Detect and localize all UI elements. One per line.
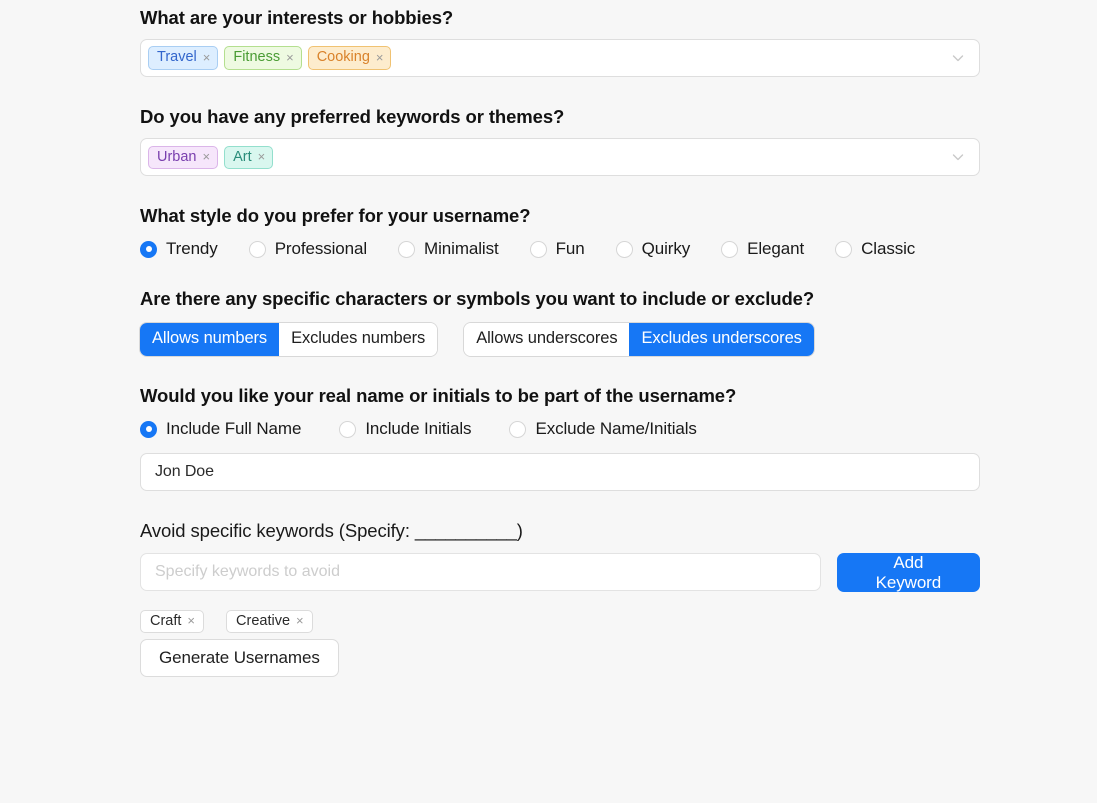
- radio-label: Minimalist: [424, 239, 499, 259]
- chip-creative[interactable]: Creative ×: [226, 609, 313, 634]
- remove-tag-icon[interactable]: ×: [258, 150, 266, 163]
- characters-toggle-groups: Allows numbers Excludes numbers Allows u…: [140, 322, 980, 357]
- radio-label: Quirky: [641, 239, 691, 259]
- style-option-quirky[interactable]: Quirky: [615, 239, 691, 259]
- avoid-keyword-chips: Craft × Creative ×: [140, 609, 980, 634]
- radio-indicator[interactable]: [509, 420, 527, 438]
- chip-label: Creative: [236, 612, 291, 629]
- underscores-button-group: Allows underscores Excludes underscores: [464, 322, 814, 357]
- excludes-underscores-button[interactable]: Excludes underscores: [629, 322, 814, 357]
- interests-question: What are your interests or hobbies?: [140, 7, 454, 28]
- style-option-minimalist[interactable]: Minimalist: [398, 239, 499, 259]
- radio-indicator[interactable]: [140, 420, 157, 438]
- real-name-radio-group: Include Full Name Include Initials Exclu…: [140, 419, 980, 439]
- real-name-input-wrapper: [140, 453, 980, 492]
- style-option-fun[interactable]: Fun: [529, 239, 585, 259]
- real-name-option-full-name[interactable]: Include Full Name: [140, 419, 301, 439]
- chevron-down-icon[interactable]: [951, 51, 965, 65]
- avoid-keywords-input[interactable]: [140, 553, 821, 592]
- characters-question: Are there any specific characters or sym…: [140, 288, 815, 310]
- radio-label: Fun: [555, 239, 585, 259]
- tag-label: Art: [233, 148, 252, 165]
- tag-label: Travel: [157, 49, 197, 66]
- keywords-themes-multiselect[interactable]: Urban × Art ×: [140, 138, 980, 177]
- radio-label: Exclude Name/Initials: [535, 419, 697, 439]
- style-option-elegant[interactable]: Elegant: [721, 239, 804, 259]
- avoid-keywords-row: Add Keyword: [140, 552, 980, 592]
- remove-chip-icon[interactable]: ×: [187, 614, 195, 627]
- remove-tag-icon[interactable]: ×: [376, 51, 384, 64]
- remove-tag-icon[interactable]: ×: [203, 150, 211, 163]
- tag-cooking[interactable]: Cooking ×: [307, 46, 392, 70]
- radio-indicator[interactable]: [721, 240, 739, 258]
- excludes-numbers-button[interactable]: Excludes numbers: [279, 322, 438, 357]
- radio-label: Classic: [861, 239, 916, 259]
- radio-indicator[interactable]: [248, 240, 266, 258]
- allows-underscores-button[interactable]: Allows underscores: [464, 322, 630, 357]
- tag-label: Cooking: [316, 49, 370, 66]
- radio-indicator[interactable]: [529, 240, 547, 258]
- generate-row: Generate Usernames: [140, 639, 980, 678]
- radio-indicator[interactable]: [140, 240, 157, 258]
- real-name-option-initials[interactable]: Include Initials: [339, 419, 472, 439]
- chip-label: Craft: [150, 612, 182, 629]
- style-option-trendy[interactable]: Trendy: [140, 239, 218, 259]
- numbers-button-group: Allows numbers Excludes numbers: [140, 322, 438, 357]
- tag-art[interactable]: Art ×: [224, 145, 274, 169]
- tag-label: Urban: [157, 148, 197, 165]
- tag-urban[interactable]: Urban ×: [148, 145, 219, 169]
- add-keyword-button[interactable]: Add Keyword: [836, 552, 980, 592]
- radio-indicator[interactable]: [615, 240, 633, 258]
- radio-label: Professional: [274, 239, 368, 259]
- interests-multiselect[interactable]: Travel × Fitness × Cooking ×: [140, 39, 980, 78]
- remove-tag-icon[interactable]: ×: [286, 51, 294, 64]
- tag-fitness[interactable]: Fitness ×: [224, 46, 302, 70]
- real-name-question: Would you like your real name or initial…: [140, 385, 737, 407]
- chip-craft[interactable]: Craft ×: [140, 609, 205, 634]
- radio-label: Include Full Name: [166, 419, 302, 439]
- radio-label: Elegant: [747, 239, 805, 259]
- style-option-professional[interactable]: Professional: [248, 239, 368, 259]
- allows-numbers-button[interactable]: Allows numbers: [140, 322, 280, 357]
- username-generator-form: What are your interests or hobbies? Trav…: [140, 0, 980, 678]
- style-radio-group: Trendy Professional Minimalist Fun Quirk…: [140, 239, 980, 259]
- radio-indicator[interactable]: [398, 240, 416, 258]
- tag-label: Fitness: [233, 49, 281, 66]
- remove-tag-icon[interactable]: ×: [203, 51, 211, 64]
- radio-indicator[interactable]: [835, 240, 853, 258]
- chevron-down-icon[interactable]: [951, 150, 965, 164]
- radio-label: Include Initials: [365, 419, 472, 439]
- generate-usernames-button[interactable]: Generate Usernames: [140, 639, 339, 678]
- tag-travel[interactable]: Travel ×: [148, 46, 219, 70]
- real-name-option-exclude[interactable]: Exclude Name/Initials: [509, 419, 697, 439]
- style-question: What style do you prefer for your userna…: [140, 205, 531, 227]
- radio-label: Trendy: [166, 239, 218, 259]
- keywords-themes-question: Do you have any preferred keywords or th…: [140, 106, 565, 128]
- style-option-classic[interactable]: Classic: [835, 239, 915, 259]
- page-root: What are your interests or hobbies? Trav…: [0, 0, 1097, 803]
- radio-indicator[interactable]: [339, 420, 357, 438]
- remove-chip-icon[interactable]: ×: [296, 614, 304, 627]
- real-name-input[interactable]: [140, 453, 980, 492]
- avoid-keywords-question: Avoid specific keywords (Specify: ______…: [140, 520, 523, 542]
